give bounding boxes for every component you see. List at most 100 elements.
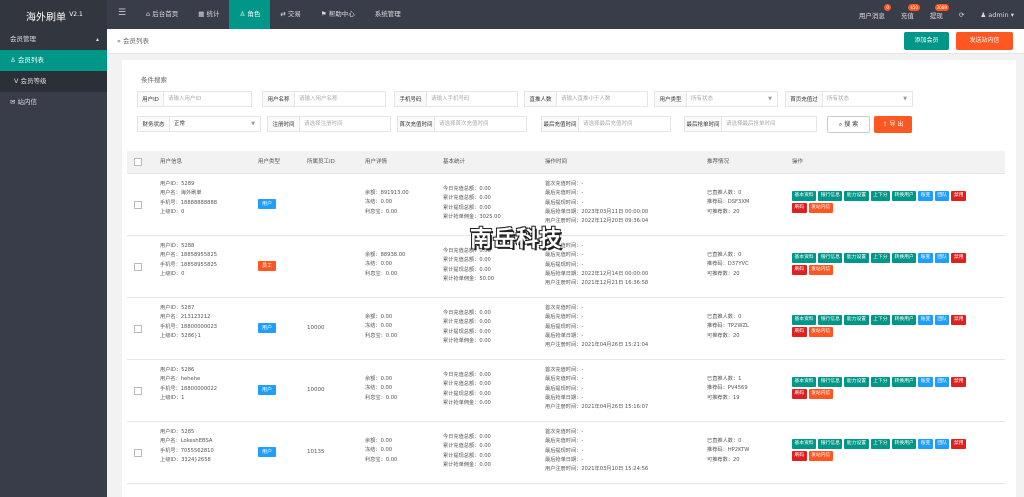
first-recharge-select[interactable]: 所有状态 ▼ bbox=[823, 91, 913, 107]
operation-times: 首次充值时间：- 最后充值时间：- 最后提现时间：- 最后抢单日期：2023年03月1… bbox=[545, 181, 649, 225]
user-icon: ♙ bbox=[239, 10, 246, 18]
team-button[interactable]: 团队 bbox=[934, 377, 950, 387]
menu-toggle-icon[interactable]: ☰ bbox=[118, 8, 126, 18]
ability-settings-button[interactable]: 能力设置 bbox=[844, 315, 869, 325]
refresh-icon[interactable]: ⟳ bbox=[959, 11, 964, 19]
basic-info-button[interactable]: 基本资料 bbox=[792, 253, 817, 263]
row-checkbox[interactable] bbox=[134, 201, 142, 209]
bank-info-button[interactable]: 银行信息 bbox=[818, 253, 843, 263]
admin-menu[interactable]: ♟ admin ▾ bbox=[980, 11, 1014, 19]
row-checkbox[interactable] bbox=[134, 387, 142, 395]
adjust-points-button[interactable]: 上下分 bbox=[870, 315, 891, 325]
user-info: 用户ID：5285 用户名：LokeshEBSA 手机号：7055562810 上级I… bbox=[160, 429, 214, 463]
ability-settings-button[interactable]: 能力设置 bbox=[844, 439, 869, 449]
withdraw-link[interactable]: 提现 2089 bbox=[930, 3, 949, 20]
bank-info-button[interactable]: 银行信息 bbox=[818, 377, 843, 387]
row-checkbox[interactable] bbox=[134, 325, 142, 333]
nav-trade[interactable]: ⇄ 交易 bbox=[270, 0, 311, 29]
convert-user-button[interactable]: 转换用户 bbox=[892, 253, 917, 263]
user-details: 余额：0.00 冻结：0.00 利息宝：0.00 bbox=[365, 376, 398, 401]
export-button[interactable]: ⇪ 导 出 bbox=[874, 116, 912, 133]
adjust-points-button[interactable]: 上下分 bbox=[870, 191, 891, 201]
row-checkbox[interactable] bbox=[134, 263, 142, 271]
adjust-points-button[interactable]: 上下分 bbox=[870, 253, 891, 263]
reset-code-button[interactable]: 刷码 bbox=[792, 451, 807, 461]
sidebar: 会员管理 ▴ ♙ 会员列表 V 会员等级 ✉ 站内信 bbox=[0, 29, 107, 497]
reset-code-button[interactable]: 刷码 bbox=[792, 389, 807, 399]
convert-user-button[interactable]: 转换用户 bbox=[892, 315, 917, 325]
convert-user-button[interactable]: 转换用户 bbox=[892, 439, 917, 449]
phone-input[interactable]: 请输入手机号码 bbox=[427, 91, 518, 107]
ability-settings-button[interactable]: 能力设置 bbox=[844, 191, 869, 201]
nav-system[interactable]: 系统管理 bbox=[365, 0, 411, 29]
adjust-points-button[interactable]: 上下分 bbox=[870, 439, 891, 449]
send-message-row-button[interactable]: 发站内信 bbox=[808, 203, 833, 213]
add-member-button[interactable]: 添加会员 bbox=[904, 32, 949, 50]
uname-input[interactable]: 请输入用户名称 bbox=[295, 91, 386, 107]
bank-info-button[interactable]: 银行信息 bbox=[818, 191, 843, 201]
send-message-row-button[interactable]: 发站内信 bbox=[808, 451, 833, 461]
sidebar-group-members[interactable]: 会员管理 ▴ bbox=[0, 29, 107, 50]
user-info: 用户ID：5287 用户名：213123212 手机号：18800000023 上级I… bbox=[160, 305, 218, 339]
basic-info-button[interactable]: 基本资料 bbox=[792, 439, 817, 449]
top-nav: ⌂ 后台首页 ▦ 统计 ♙ 角色 ⇄ 交易 ⚑ 帮助中心 系统管理 bbox=[136, 0, 411, 29]
basic-info-button[interactable]: 基本资料 bbox=[792, 315, 817, 325]
nav-stats[interactable]: ▦ 统计 bbox=[188, 0, 229, 29]
basic-info-button[interactable]: 基本资料 bbox=[792, 191, 817, 201]
disable-button[interactable]: 禁用 bbox=[951, 191, 967, 201]
adjust-points-button[interactable]: 上下分 bbox=[870, 377, 891, 387]
bank-info-button[interactable]: 银行信息 bbox=[818, 315, 843, 325]
team-button[interactable]: 团队 bbox=[934, 191, 950, 201]
convert-user-button[interactable]: 转换用户 bbox=[892, 377, 917, 387]
send-message-button[interactable]: 发送站内信 bbox=[956, 32, 1013, 50]
bank-info-button[interactable]: 银行信息 bbox=[818, 439, 843, 449]
message-icon: ✉ bbox=[10, 98, 16, 106]
reg-time-input[interactable]: 请选择注册时间 bbox=[300, 116, 391, 132]
send-message-row-button[interactable]: 发站内信 bbox=[808, 265, 833, 275]
sidebar-item-member-level[interactable]: V 会员等级 bbox=[0, 71, 107, 92]
account-changes-button[interactable]: 账变 bbox=[918, 439, 933, 449]
finance-select[interactable]: 正常 ▼ bbox=[170, 116, 261, 132]
nav-home[interactable]: ⌂ 后台首页 bbox=[136, 0, 188, 29]
user-icon: ♙ bbox=[10, 56, 16, 64]
ability-settings-button[interactable]: 能力设置 bbox=[844, 253, 869, 263]
nav-help[interactable]: ⚑ 帮助中心 bbox=[311, 0, 365, 29]
team-button[interactable]: 团队 bbox=[934, 439, 950, 449]
last-recharge-time-input[interactable]: 请选择最后充值时间 bbox=[579, 116, 671, 132]
ability-settings-button[interactable]: 能力设置 bbox=[844, 377, 869, 387]
disable-button[interactable]: 禁用 bbox=[951, 439, 967, 449]
app-logo[interactable]: 海外刷单 V2.1 bbox=[0, 0, 107, 29]
recharge-link[interactable]: 充值 450 bbox=[901, 3, 920, 20]
sidebar-item-messages[interactable]: ✉ 站内信 bbox=[0, 92, 107, 113]
account-changes-button[interactable]: 账变 bbox=[918, 253, 933, 263]
reset-code-button[interactable]: 刷码 bbox=[792, 203, 807, 213]
team-button[interactable]: 团队 bbox=[934, 315, 950, 325]
row-actions: 基本资料 银行信息 能力设置 上下分 转换用户 账变 团队 禁用 刷码 发站内信 bbox=[792, 315, 972, 337]
convert-user-button[interactable]: 转换用户 bbox=[892, 191, 917, 201]
sidebar-item-member-list[interactable]: ♙ 会员列表 bbox=[0, 50, 107, 71]
uid-input[interactable]: 请输入用户ID bbox=[164, 91, 252, 107]
reset-code-button[interactable]: 刷码 bbox=[792, 327, 807, 337]
search-button[interactable]: ⌕ 搜 索 bbox=[827, 116, 870, 133]
account-changes-button[interactable]: 账变 bbox=[918, 377, 933, 387]
first-recharge-time-input[interactable]: 请选择首次充值时间 bbox=[435, 116, 527, 132]
filter-uname: 用户名称 请输入用户名称 bbox=[262, 91, 386, 107]
disable-button[interactable]: 禁用 bbox=[951, 315, 967, 325]
user-messages[interactable]: 用户消息 0 bbox=[859, 3, 891, 20]
nav-role[interactable]: ♙ 角色 bbox=[229, 0, 271, 29]
account-changes-button[interactable]: 账变 bbox=[918, 315, 933, 325]
send-message-row-button[interactable]: 发站内信 bbox=[808, 327, 833, 337]
account-changes-button[interactable]: 账变 bbox=[918, 191, 933, 201]
send-message-row-button[interactable]: 发站内信 bbox=[808, 389, 833, 399]
team-button[interactable]: 团队 bbox=[934, 253, 950, 263]
basic-info-button[interactable]: 基本资料 bbox=[792, 377, 817, 387]
disable-button[interactable]: 禁用 bbox=[951, 377, 967, 387]
select-all-checkbox[interactable] bbox=[134, 158, 142, 166]
utype-select[interactable]: 所有状态 ▼ bbox=[687, 91, 778, 107]
table-row: 用户ID：5287 用户名：213123212 手机号：18800000023 上级I… bbox=[127, 298, 1005, 360]
direct-input[interactable]: 请输入直推小于人数 bbox=[557, 91, 648, 107]
reset-code-button[interactable]: 刷码 bbox=[792, 265, 807, 275]
last-grab-time-input[interactable]: 请选择最后抢单时间 bbox=[722, 116, 817, 132]
row-checkbox[interactable] bbox=[134, 449, 142, 457]
disable-button[interactable]: 禁用 bbox=[951, 253, 967, 263]
